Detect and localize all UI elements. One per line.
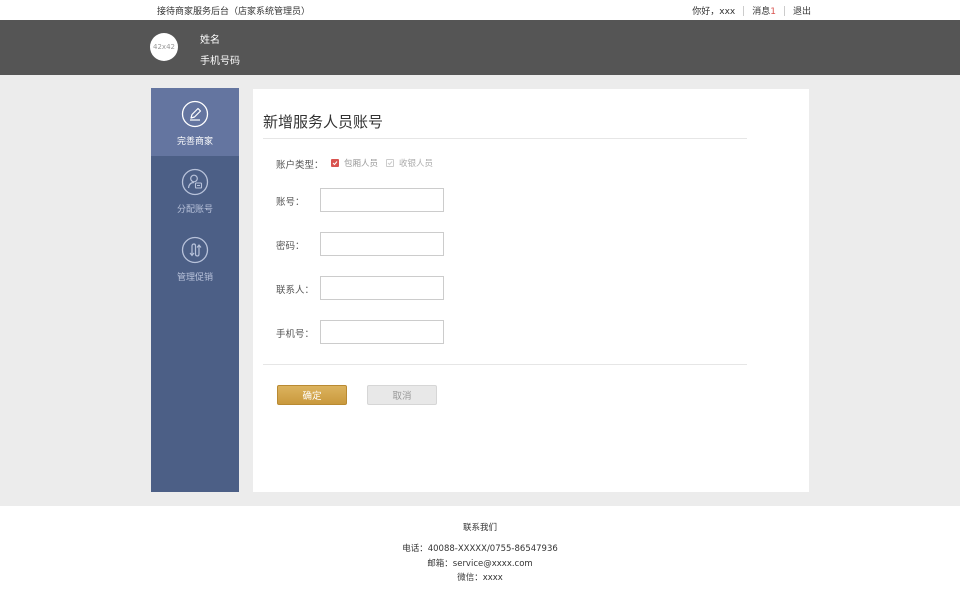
messages-link[interactable]: 消息1 xyxy=(752,4,776,17)
account-type-options: 包厢人员 收银人员 xyxy=(331,157,433,169)
divider xyxy=(263,364,747,365)
user-name: 姓名 xyxy=(200,35,220,46)
checkbox-checked-icon[interactable] xyxy=(331,159,339,167)
messages-count-badge: 1 xyxy=(770,7,776,17)
user-phone: 手机号码 xyxy=(200,56,240,67)
password-label: 密码： xyxy=(276,241,305,252)
option-cashier[interactable]: 收银人员 xyxy=(386,157,433,169)
cancel-button[interactable]: 取消 xyxy=(367,385,437,405)
user-header: 42x42 姓名 手机号码 xyxy=(0,20,960,75)
footer: 联系我们 电话：40088-XXXXX/0755-86547936 邮箱：ser… xyxy=(0,506,960,600)
divider xyxy=(783,5,785,16)
account-input[interactable] xyxy=(320,188,444,212)
footer-wechat: 微信：xxxx xyxy=(457,573,503,583)
user-card-icon xyxy=(181,168,209,196)
phone-label: 手机号： xyxy=(276,329,315,340)
top-bar: 接待商家服务后台（店家系统管理员） 你好，xxx 消息1 退出 xyxy=(0,0,960,20)
footer-contact-title: 联系我们 xyxy=(462,523,497,533)
account-label: 账号： xyxy=(276,197,305,208)
contact-label: 联系人： xyxy=(276,285,315,296)
footer-email: 邮箱：service@xxxx.com xyxy=(427,559,533,569)
avatar: 42x42 xyxy=(150,33,178,61)
top-right-links: 你好，xxx 消息1 退出 xyxy=(692,4,811,17)
account-type-label: 账户类型： xyxy=(276,160,324,171)
sidebar-item-label: 完善商家 xyxy=(176,137,213,147)
phone-input[interactable] xyxy=(320,320,444,344)
sidebar-item-assign-account[interactable]: 分配账号 xyxy=(151,156,239,224)
pencil-icon xyxy=(181,100,209,128)
sidebar-item-complete-merchant[interactable]: 完善商家 xyxy=(151,88,239,156)
confirm-button[interactable]: 确定 xyxy=(277,385,347,405)
logout-link[interactable]: 退出 xyxy=(793,4,811,17)
form-panel: 新增服务人员账号 账户类型： 包厢人员 收银人员 账号： 密码： 联系人： 手机… xyxy=(253,89,809,492)
footer-phone: 电话：40088-XXXXX/0755-86547936 xyxy=(402,544,558,554)
site-title: 接待商家服务后台（店家系统管理员） xyxy=(157,7,311,17)
contact-input[interactable] xyxy=(320,276,444,300)
sidebar: 完善商家 分配账号 管理促销 xyxy=(151,88,239,492)
password-input[interactable] xyxy=(320,232,444,256)
greeting: 你好，xxx xyxy=(692,7,736,17)
sidebar-item-manage-promotion[interactable]: 管理促销 xyxy=(151,224,239,292)
divider xyxy=(743,5,745,16)
option-label: 收银人员 xyxy=(399,159,434,169)
sidebar-item-label: 管理促销 xyxy=(176,273,213,283)
messages-label: 消息 xyxy=(752,7,771,17)
sidebar-item-label: 分配账号 xyxy=(176,205,213,215)
divider xyxy=(263,138,747,139)
page-title: 新增服务人员账号 xyxy=(263,113,384,131)
option-room-staff[interactable]: 包厢人员 xyxy=(331,157,378,169)
checkbox-icon[interactable] xyxy=(386,159,395,167)
option-label: 包厢人员 xyxy=(344,159,379,169)
exchange-arrows-icon xyxy=(181,236,209,264)
